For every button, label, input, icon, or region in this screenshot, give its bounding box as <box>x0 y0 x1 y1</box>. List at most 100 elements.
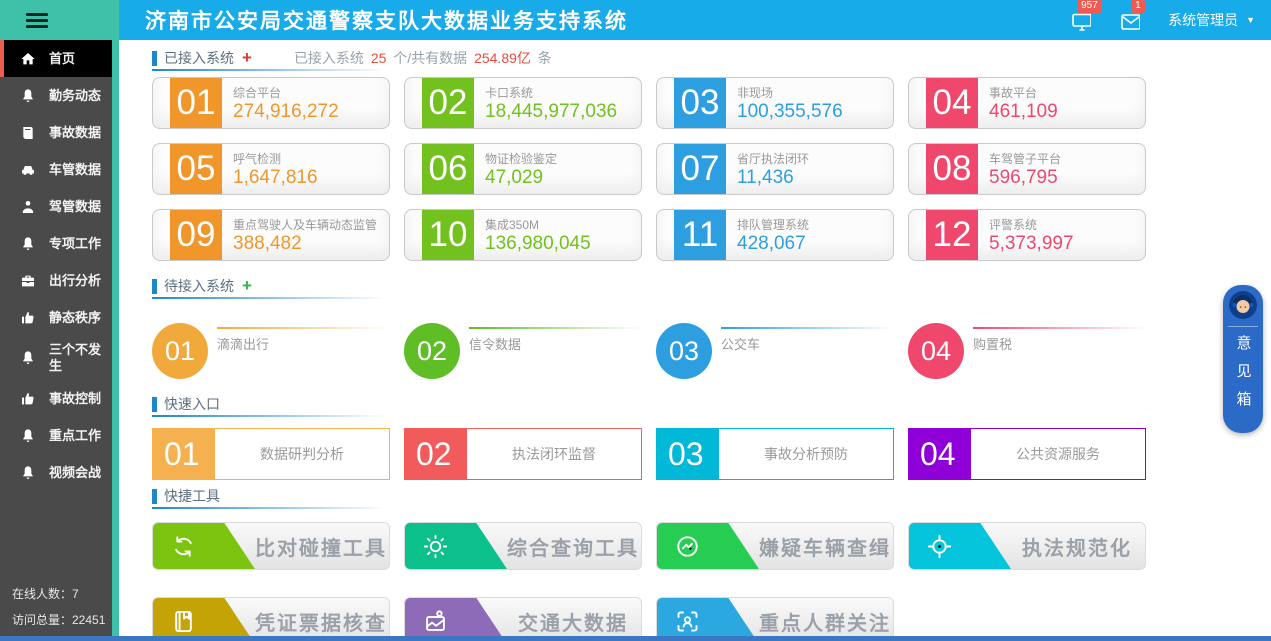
connected-system-card[interactable]: 04 事故平台 461,109 <box>908 77 1146 129</box>
pending-label: 信令数据 <box>469 334 642 353</box>
top-header: 济南市公安局交通警察支队大数据业务支持系统 957 1 系统管理员 ▼ <box>0 0 1271 40</box>
map-icon <box>422 608 449 635</box>
section-title: 快速入口 <box>164 394 220 414</box>
section-bar <box>152 397 157 412</box>
connected-system-card[interactable]: 09 重点驾驶人及车辆动态监管 388,482 <box>152 209 390 261</box>
sidebar-item[interactable]: 事故数据 <box>0 114 112 151</box>
home-icon <box>20 51 36 67</box>
sidebar-item[interactable]: 静态秩序 <box>0 299 112 336</box>
alerts-button[interactable]: 957 <box>1070 10 1091 31</box>
tool-button[interactable]: 综合查询工具 <box>404 522 642 570</box>
pending-system-item[interactable]: 03 公交车 <box>656 323 894 379</box>
sidebar-item[interactable]: 驾管数据 <box>0 188 112 225</box>
sidebar-item[interactable]: 勤务动态 <box>0 77 112 114</box>
alerts-badge: 957 <box>1077 0 1102 13</box>
section-bar <box>152 489 157 504</box>
tool-label: 嫌疑车辆查缉 <box>763 523 887 569</box>
tool-label: 重点人群关注 <box>763 598 887 636</box>
system-number: 06 <box>422 144 474 194</box>
total-data-count: 254.89亿 <box>474 50 531 66</box>
tool-accent-shape <box>405 598 507 636</box>
add-connected-system-icon[interactable]: + <box>242 51 252 65</box>
tool-accent-shape <box>405 523 507 569</box>
crosshair-icon <box>926 533 953 560</box>
divider <box>1228 326 1258 327</box>
thumb-icon <box>20 310 36 326</box>
quick-entry-item[interactable]: 03 事故分析预防 <box>656 428 894 480</box>
pending-system-item[interactable]: 02 信令数据 <box>404 323 642 379</box>
tool-accent-shape <box>153 598 255 636</box>
tool-accent-shape <box>153 523 255 569</box>
system-number: 03 <box>674 78 726 128</box>
pending-system-item[interactable]: 01 滴滴出行 <box>152 323 390 379</box>
sidebar-item[interactable]: 事故控制 <box>0 380 112 417</box>
sidebar-stats: 在线人数：7 访问总量：22451 <box>12 581 105 633</box>
system-value: 1,647,816 <box>233 167 318 189</box>
car-icon <box>20 162 36 178</box>
quick-entry-item[interactable]: 04 公共资源服务 <box>908 428 1146 480</box>
section-quick-entry-header: 快速入口 <box>152 394 1271 414</box>
sidebar-item[interactable]: 专项工作 <box>0 225 112 262</box>
system-number: 07 <box>674 144 726 194</box>
quick-entry-item[interactable]: 02 执法闭环监督 <box>404 428 642 480</box>
mail-button[interactable]: 1 <box>1119 10 1140 31</box>
add-pending-system-icon[interactable]: + <box>242 279 252 293</box>
connected-system-card[interactable]: 05 呼气检测 1,647,816 <box>152 143 390 195</box>
pending-system-item[interactable]: 04 购置税 <box>908 323 1146 379</box>
connected-stats: 已接入系统 25 个/共有数据 254.89亿 条 <box>294 48 552 68</box>
tool-button[interactable]: 交通大数据 <box>404 597 642 636</box>
section-title: 已接入系统 <box>164 48 234 68</box>
connected-system-card[interactable]: 02 卡口系统 18,445,977,036 <box>404 77 642 129</box>
sidebar-item-label: 静态秩序 <box>49 310 101 326</box>
connected-system-card[interactable]: 08 车驾管子平台 596,795 <box>908 143 1146 195</box>
system-number: 12 <box>926 210 978 260</box>
total-visits: 访问总量：22451 <box>12 607 105 633</box>
pending-label: 滴滴出行 <box>217 334 390 353</box>
sidebar-item-label: 驾管数据 <box>49 199 101 215</box>
sidebar-item[interactable]: 重点工作 <box>0 417 112 454</box>
quick-entry-number: 04 <box>909 429 971 479</box>
book-icon <box>20 125 36 141</box>
online-count: 在线人数：7 <box>12 581 105 607</box>
recycle-icon <box>170 533 197 560</box>
system-label: 评警系统 <box>989 216 1074 233</box>
system-number: 11 <box>674 210 726 260</box>
tool-label: 比对碰撞工具 <box>259 523 383 569</box>
tool-accent-shape <box>657 598 759 636</box>
connected-system-card[interactable]: 03 非现场 100,355,576 <box>656 77 894 129</box>
pending-label: 购置税 <box>973 334 1146 353</box>
system-label: 非现场 <box>737 84 843 101</box>
user-menu[interactable]: 系统管理员 ▼ <box>1168 10 1255 30</box>
connected-system-card[interactable]: 07 省厅执法闭环 11,436 <box>656 143 894 195</box>
app-window: 济南市公安局交通警察支队大数据业务支持系统 957 1 系统管理员 ▼ 首页 <box>0 0 1271 641</box>
gear-icon <box>422 533 449 560</box>
hamburger-menu-icon[interactable] <box>26 10 48 31</box>
tool-button[interactable]: 重点人群关注 <box>656 597 894 636</box>
sidebar-item[interactable]: 首页 <box>0 40 112 77</box>
tool-button[interactable]: 嫌疑车辆查缉 <box>656 522 894 570</box>
connected-system-card[interactable]: 11 排队管理系统 428,067 <box>656 209 894 261</box>
tool-accent-shape <box>909 523 1011 569</box>
pending-systems-row: 01 滴滴出行 02 信令数据 03 <box>152 312 1271 390</box>
system-value: 596,795 <box>989 167 1061 189</box>
feedback-box-button[interactable]: 意见箱 <box>1223 285 1263 433</box>
tool-button[interactable]: 比对碰撞工具 <box>152 522 390 570</box>
sidebar-item[interactable]: 出行分析 <box>0 262 112 299</box>
connected-systems-grid: 01 综合平台 274,916,272 02 卡口系统 18,445,977,0… <box>152 77 1271 261</box>
sidebar-item[interactable]: 车管数据 <box>0 151 112 188</box>
connected-system-card[interactable]: 12 评警系统 5,373,997 <box>908 209 1146 261</box>
system-number: 02 <box>422 78 474 128</box>
sidebar-item-label: 专项工作 <box>49 236 101 252</box>
sidebar-item[interactable]: 视频会战 <box>0 454 112 491</box>
tool-button[interactable]: 凭证票据核查 <box>152 597 390 636</box>
ledger-icon <box>170 608 197 635</box>
tool-button[interactable]: 执法规范化 <box>908 522 1146 570</box>
section-bar <box>152 279 157 294</box>
connected-system-card[interactable]: 10 集成350M 136,980,045 <box>404 209 642 261</box>
connected-system-card[interactable]: 01 综合平台 274,916,272 <box>152 77 390 129</box>
system-label: 呼气检测 <box>233 150 318 167</box>
sidebar-item[interactable]: 三个不发生 <box>0 336 112 380</box>
page-title: 济南市公安局交通警察支队大数据业务支持系统 <box>145 5 628 35</box>
connected-system-card[interactable]: 06 物证检验鉴定 47,029 <box>404 143 642 195</box>
quick-entry-item[interactable]: 01 数据研判分析 <box>152 428 390 480</box>
